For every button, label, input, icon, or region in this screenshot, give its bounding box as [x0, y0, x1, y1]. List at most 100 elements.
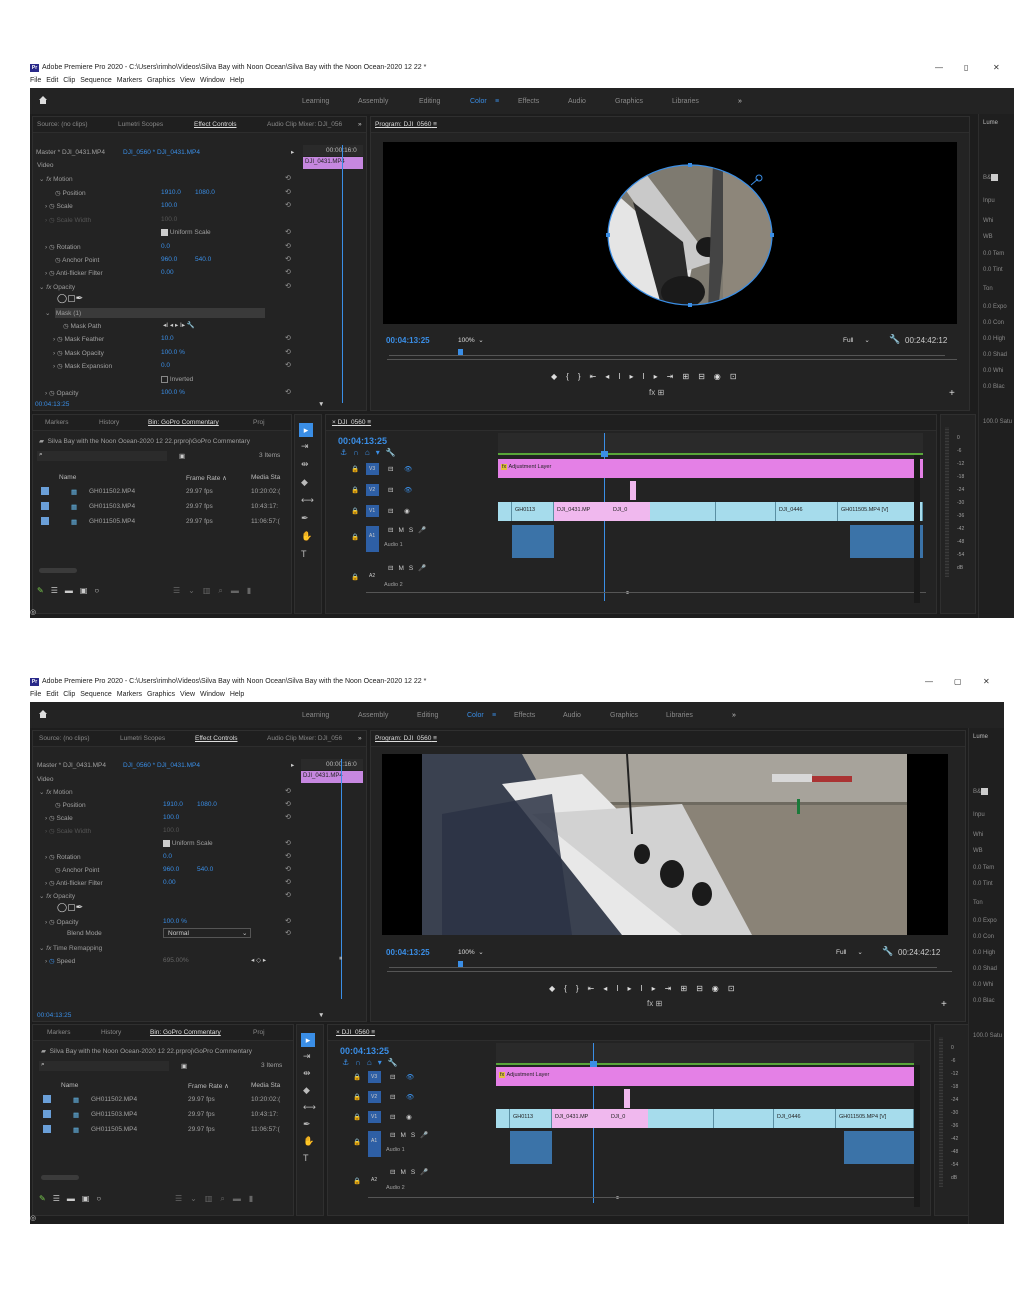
a1-audio-clip[interactable]: [844, 1131, 914, 1164]
reset-icon[interactable]: ⟲: [285, 242, 291, 250]
v1-clip[interactable]: [716, 502, 776, 521]
eye-icon[interactable]: ◉: [406, 1113, 412, 1121]
reset-icon[interactable]: ⟲: [285, 917, 291, 925]
tab-timeline[interactable]: × DJI_0560 ≡: [336, 1029, 375, 1036]
wrench-icon[interactable]: 🔧: [882, 946, 893, 957]
position-y[interactable]: 1080.0: [197, 801, 217, 808]
tab-audio-clip-mixer[interactable]: Audio Clip Mixer: DJI_056: [267, 735, 342, 742]
tab-effect-controls[interactable]: Effect Controls: [194, 121, 237, 128]
selection-tool-icon[interactable]: ▸: [299, 423, 313, 437]
lock-icon[interactable]: 🔒: [353, 1113, 361, 1121]
ec-bottom-timecode[interactable]: 00:04:13:25: [35, 401, 69, 408]
ws-assembly[interactable]: Assembly: [358, 98, 388, 105]
program-ruler[interactable]: [389, 962, 937, 968]
type-tool-icon[interactable]: T: [303, 1153, 309, 1163]
file-name[interactable]: GH011502.MP4: [89, 488, 135, 495]
v1-clip[interactable]: GH011505.MP4 [V]: [838, 502, 923, 521]
menu-help[interactable]: Help: [230, 77, 244, 84]
track-label-a2[interactable]: A2: [369, 573, 375, 579]
eye-icon[interactable]: ◉: [404, 507, 410, 515]
lock-icon[interactable]: 🔒: [353, 1138, 361, 1146]
file-name[interactable]: GH011505.MP4: [89, 518, 135, 525]
timeline-tools[interactable]: ⚓∩⌂▾🔧: [342, 1058, 404, 1067]
ec-timeline-ruler[interactable]: 00:00:16:0: [303, 145, 363, 156]
fx-opacity-label[interactable]: ⌄ fx Opacity: [39, 283, 75, 291]
restore-icon[interactable]: ▯: [964, 63, 968, 72]
label-color-swatch[interactable]: [43, 1095, 51, 1103]
tab-lumetri-scopes[interactable]: Lumetri Scopes: [120, 735, 165, 742]
filter-icon[interactable]: ▼: [318, 1012, 324, 1019]
anchor-y[interactable]: 540.0: [197, 866, 213, 873]
timeline-scrollbar[interactable]: [368, 1197, 918, 1198]
program-timecode[interactable]: 00:04:13:25: [386, 336, 430, 345]
ws-libraries[interactable]: Libraries: [672, 98, 699, 105]
reset-icon[interactable]: ⟲: [285, 255, 291, 263]
zoom-scrollbar[interactable]: [387, 359, 957, 360]
sync-lock-icon[interactable]: ⊟: [388, 486, 393, 494]
menu-window[interactable]: Window: [200, 77, 225, 84]
track-label-v2[interactable]: V2: [369, 487, 375, 493]
panel-overflow-icon[interactable]: »: [358, 735, 362, 742]
project-scrollbar[interactable]: [39, 568, 77, 573]
mask-row-highlight[interactable]: [55, 308, 265, 318]
tab-effect-controls[interactable]: Effect Controls: [195, 735, 238, 742]
anchor-row[interactable]: ◷ Anchor Point: [55, 866, 99, 874]
new-bin-icon[interactable]: ▣: [181, 1062, 187, 1070]
reset-icon[interactable]: ⟲: [285, 174, 291, 182]
v2-clip[interactable]: [630, 481, 636, 500]
whites[interactable]: 0.0 Whi: [973, 982, 993, 988]
v1-clip[interactable]: [650, 502, 716, 521]
highlights[interactable]: 0.0 High: [973, 950, 995, 956]
sequence-clip-label[interactable]: DJI_0560 * DJI_0431.MP4: [123, 762, 200, 769]
col-name[interactable]: Name: [59, 474, 76, 481]
fx-time-remapping-label[interactable]: ⌄ fx Time Remapping: [39, 944, 102, 952]
tab-history[interactable]: History: [99, 419, 119, 426]
adjustment-layer-clip[interactable]: fx Adjustment Layer: [498, 459, 923, 478]
menu-edit[interactable]: Edit: [46, 691, 58, 698]
rotation-value[interactable]: 0.0: [161, 243, 170, 250]
scale-value[interactable]: 100.0: [163, 814, 179, 821]
ec-timeline-ruler[interactable]: 00:00:16:0: [301, 759, 363, 770]
lock-icon[interactable]: 🔒: [351, 465, 359, 473]
ws-audio[interactable]: Audio: [568, 98, 586, 105]
menu-sequence[interactable]: Sequence: [80, 691, 112, 698]
lock-icon[interactable]: 🔒: [353, 1093, 361, 1101]
col-name[interactable]: Name: [61, 1082, 78, 1089]
a1-audio-clip[interactable]: [512, 525, 554, 558]
ws-color[interactable]: Color: [467, 712, 484, 719]
mask-feather-row[interactable]: › ◷ Mask Feather: [53, 335, 104, 343]
track-target-a1[interactable]: [366, 526, 379, 552]
temperature[interactable]: 0.0 Tem: [973, 865, 994, 871]
reset-icon[interactable]: ⟲: [285, 348, 291, 356]
mask-expansion-value[interactable]: 0.0: [161, 362, 170, 369]
bw-toggle[interactable]: B&: [973, 788, 989, 795]
ws-graphics[interactable]: Graphics: [610, 712, 638, 719]
home-icon[interactable]: [38, 709, 48, 719]
reset-icon[interactable]: ⟲: [285, 228, 291, 236]
tab-audio-clip-mixer[interactable]: Audio Clip Mixer: DJI_056: [267, 121, 342, 128]
tab-bin[interactable]: Bin: GoPro Commentary: [150, 1029, 221, 1036]
timeline-ruler[interactable]: [498, 433, 923, 455]
bw-toggle[interactable]: B&: [983, 174, 999, 181]
play-icon[interactable]: ▸: [291, 148, 294, 156]
audio-controls[interactable]: ⊟MS🎤: [390, 1131, 433, 1139]
tone-section[interactable]: Ton: [983, 286, 993, 292]
shadows[interactable]: 0.0 Shad: [983, 352, 1007, 358]
anchor-y[interactable]: 540.0: [195, 256, 211, 263]
blacks[interactable]: 0.0 Blac: [983, 384, 1005, 390]
menu-markers[interactable]: Markers: [117, 691, 142, 698]
reset-icon[interactable]: ⟲: [285, 361, 291, 369]
ws-audio[interactable]: Audio: [563, 712, 581, 719]
mask-track-controls[interactable]: ◂I ◂ ▸ I▸ 🔧: [163, 321, 195, 329]
menu-edit[interactable]: Edit: [46, 77, 58, 84]
program-viewer[interactable]: [382, 753, 948, 935]
tab-markers[interactable]: Markers: [45, 419, 68, 426]
tint[interactable]: 0.0 Tint: [983, 267, 1003, 273]
master-label[interactable]: Master * DJI_0431.MP4: [36, 149, 105, 156]
blend-mode-select[interactable]: Normal ⌄: [163, 928, 251, 938]
exposure[interactable]: 0.0 Expo: [973, 918, 997, 924]
reset-icon[interactable]: ⟲: [285, 839, 291, 847]
scale-row[interactable]: › ◷ Scale: [45, 202, 73, 210]
menu-help[interactable]: Help: [230, 691, 244, 698]
master-label[interactable]: Master * DJI_0431.MP4: [37, 762, 106, 769]
